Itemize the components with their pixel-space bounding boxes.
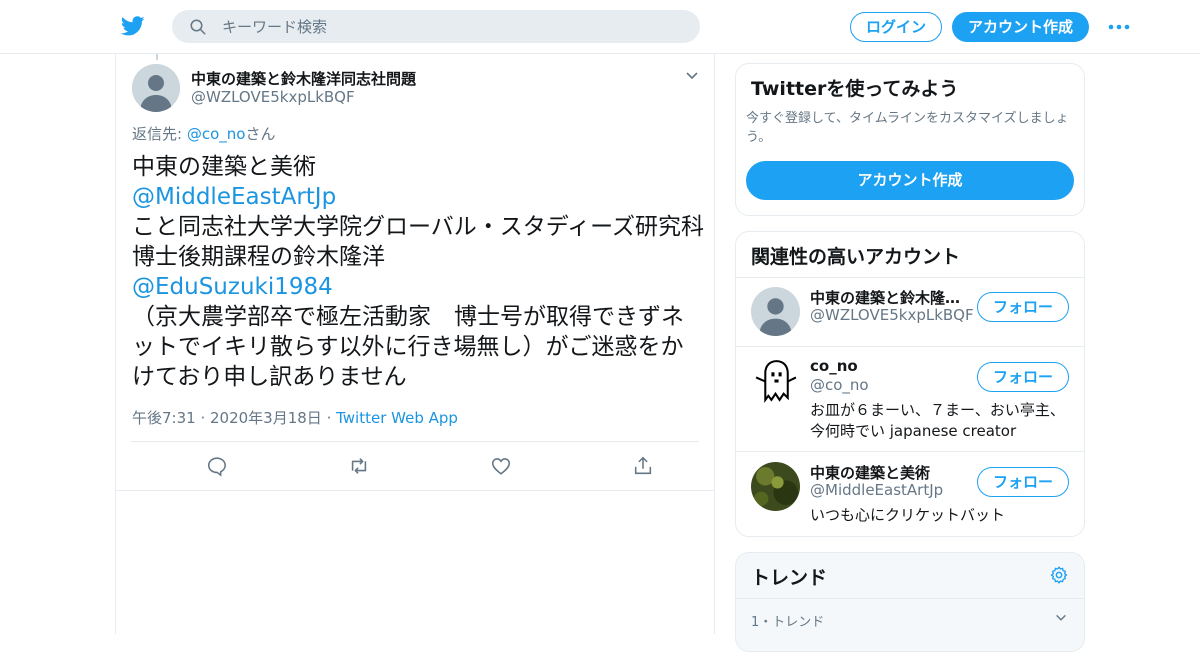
share-icon[interactable] xyxy=(632,455,654,477)
account-name[interactable]: co_no xyxy=(810,357,970,375)
signup-card-title: Twitterを使ってみよう xyxy=(751,78,959,100)
user-handle[interactable]: @WZLOVE5kxpLkBQF xyxy=(191,88,355,106)
account-item[interactable]: 中東の建築と鈴木隆洋同志社問題 @WZLOVE5kxpLkBQF フォロー xyxy=(736,277,1084,347)
account-bio: いつも心にクリケットバット xyxy=(810,506,1006,524)
trends-card: トレンド 1・トレンド xyxy=(735,552,1085,652)
trends-title: トレンド xyxy=(751,567,828,589)
ghost-avatar-icon xyxy=(755,360,797,403)
account-handle[interactable]: @MiddleEastArtJp xyxy=(810,481,943,499)
default-avatar-icon xyxy=(751,287,800,336)
tweet-meta: 午後7:31 · 2020年3月18日 · Twitter Web App xyxy=(132,407,458,428)
account-item[interactable]: co_no @co_no お皿が６まーい、７まー、おい亭主、今何時でい japa… xyxy=(736,347,1084,452)
more-options-icon[interactable] xyxy=(1107,17,1131,37)
mention-link[interactable]: @MiddleEastArtJp xyxy=(132,182,704,212)
tweet-text-segment: 中東の建築と美術 xyxy=(132,154,316,180)
related-accounts-title: 関連性の高いアカウント xyxy=(751,246,961,268)
follow-button[interactable]: フォロー xyxy=(977,362,1069,392)
login-button[interactable]: ログイン xyxy=(850,12,942,42)
tweet-actions xyxy=(131,442,699,490)
photo-avatar-icon xyxy=(751,462,800,511)
display-name[interactable]: 中東の建築と鈴木隆洋同志社問題 xyxy=(191,68,416,89)
tweet-text-segment: （京大農学部卒で極左活動家 博士号が取得できずネットでイキリ散らす以外に行き場無… xyxy=(132,304,684,390)
chevron-down-icon[interactable] xyxy=(684,68,700,84)
account-name[interactable]: 中東の建築と鈴木隆洋同志社問題 xyxy=(810,287,970,308)
twitter-logo-icon[interactable] xyxy=(120,14,146,38)
chevron-down-icon[interactable] xyxy=(1054,611,1068,625)
related-accounts-card: 関連性の高いアカウント 中東の建築と鈴木隆洋同志社問題 @WZLOVE5kxpL… xyxy=(735,231,1085,537)
signup-card: Twitterを使ってみよう 今すぐ登録して、タイムラインをカスタマイズしましょ… xyxy=(735,63,1085,216)
avatar[interactable] xyxy=(751,357,800,406)
signup-card-button[interactable]: アカウント作成 xyxy=(746,161,1074,200)
reply-icon[interactable] xyxy=(206,455,228,477)
timestamp[interactable]: 午後7:31 · 2020年3月18日 xyxy=(132,409,322,427)
mention-link[interactable]: @EduSuzuki1984 xyxy=(132,272,704,302)
account-handle[interactable]: @WZLOVE5kxpLkBQF xyxy=(810,306,974,324)
reply-prefix: 返信先: xyxy=(132,125,187,143)
meta-separator: · xyxy=(321,409,337,427)
thread-connector xyxy=(156,54,158,60)
signup-button[interactable]: アカウント作成 xyxy=(952,12,1089,42)
search-input[interactable] xyxy=(222,10,682,43)
search-box[interactable] xyxy=(172,10,700,43)
default-avatar-icon xyxy=(132,64,180,112)
tweet-text: 中東の建築と美術 @MiddleEastArtJp こと同志社大学大学院グローバ… xyxy=(132,152,704,392)
top-bar: ログイン アカウント作成 xyxy=(0,0,1200,54)
follow-button[interactable]: フォロー xyxy=(977,292,1069,322)
tweet-column: 中東の建築と鈴木隆洋同志社問題 @WZLOVE5kxpLkBQF 返信先: @c… xyxy=(115,54,715,634)
reply-suffix: さん xyxy=(245,125,276,143)
reply-to-line: 返信先: @co_noさん xyxy=(132,123,275,144)
account-name[interactable]: 中東の建築と美術 xyxy=(810,462,970,483)
reply-to-link[interactable]: @co_no xyxy=(187,125,246,143)
divider xyxy=(736,598,1084,599)
retweet-icon[interactable] xyxy=(348,455,370,477)
tweet-text-segment: こと同志社大学大学院グローバル・スタディーズ研究科博士後期課程の鈴木隆洋 xyxy=(132,214,705,270)
divider xyxy=(116,490,714,491)
avatar[interactable] xyxy=(751,287,800,336)
avatar[interactable] xyxy=(132,64,180,112)
account-item[interactable]: 中東の建築と美術 @MiddleEastArtJp いつも心にクリケットバット … xyxy=(736,452,1084,537)
source-link[interactable]: Twitter Web App xyxy=(336,409,458,427)
avatar[interactable] xyxy=(751,462,800,511)
account-handle[interactable]: @co_no xyxy=(810,376,869,394)
signup-card-description: 今すぐ登録して、タイムラインをカスタマイズしましょう。 xyxy=(746,111,1069,145)
trend-meta: 1・トレンド xyxy=(751,615,825,630)
follow-button[interactable]: フォロー xyxy=(977,467,1069,497)
search-icon xyxy=(190,19,206,35)
like-icon[interactable] xyxy=(490,455,512,477)
account-bio: お皿が６まーい、７まー、おい亭主、今何時でい japanese creator xyxy=(810,401,1065,440)
gear-icon[interactable] xyxy=(1049,565,1069,585)
